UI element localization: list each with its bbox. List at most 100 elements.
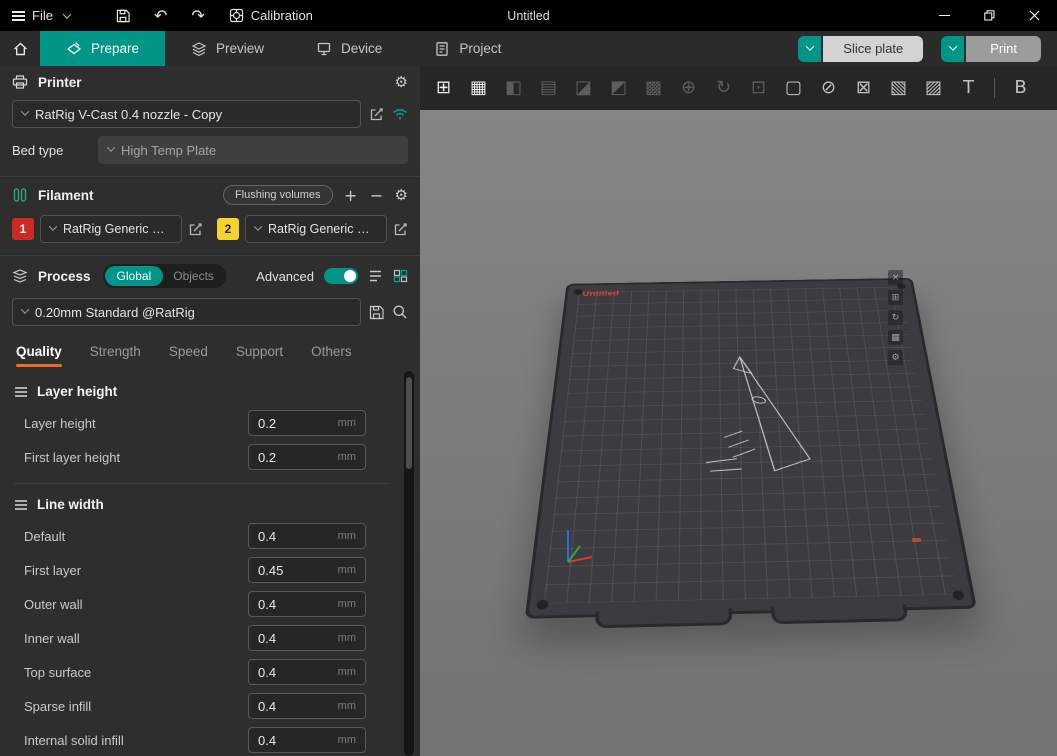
process-profile-value: 0.20mm Standard @RatRig xyxy=(35,305,195,320)
process-tab-support[interactable]: Support xyxy=(236,344,283,367)
setting-input[interactable]: 0.4mm xyxy=(248,659,366,685)
printer-select[interactable]: RatRig V-Cast 0.4 nozzle - Copy xyxy=(12,100,361,128)
process-tab-strength[interactable]: Strength xyxy=(90,344,141,367)
plate-screw xyxy=(536,600,549,610)
tab-project[interactable]: Project xyxy=(408,31,527,66)
add-plate-icon[interactable]: ⊞ xyxy=(432,79,455,97)
lay-on-face-icon[interactable]: ▢ xyxy=(782,79,805,97)
cut-icon[interactable]: ⊘ xyxy=(817,79,840,97)
remove-filament-button[interactable]: − xyxy=(369,186,385,205)
add-text-icon[interactable]: T xyxy=(957,79,980,97)
filament-2-select[interactable]: RatRig Generic PLA xyxy=(245,215,387,243)
plate-arrange-icon[interactable]: ⊞ xyxy=(888,290,903,305)
edit-filament-1-icon[interactable] xyxy=(188,222,203,237)
filament-1-badge[interactable]: 1 xyxy=(12,218,34,240)
viewport-3d[interactable]: Untitled ×⊞↻▦⚙ xyxy=(420,110,1057,756)
process-profile-select[interactable]: 0.20mm Standard @RatRig xyxy=(12,298,361,326)
chevron-down-icon xyxy=(21,305,29,313)
setting-unit: mm xyxy=(338,666,356,678)
setting-input[interactable]: 0.4mm xyxy=(248,591,366,617)
print-options-dropdown[interactable] xyxy=(941,36,966,62)
chevron-down-icon xyxy=(49,222,57,230)
setting-row: Sparse infill0.4mm xyxy=(0,689,402,723)
close-button[interactable] xyxy=(1012,0,1057,31)
plate-settings-icon[interactable]: ⚙ xyxy=(888,350,903,365)
scope-objects-button[interactable]: Objects xyxy=(163,266,224,286)
window-title: Untitled xyxy=(507,9,549,23)
axes-indicator xyxy=(560,522,598,568)
advanced-toggle[interactable] xyxy=(324,268,358,284)
undo-button[interactable]: ↶ xyxy=(142,0,179,31)
setting-unit: mm xyxy=(338,700,356,712)
move-icon: ⊕ xyxy=(677,79,700,97)
split-to-objects-icon: ◪ xyxy=(572,79,595,97)
edit-filament-2-icon[interactable] xyxy=(393,222,408,237)
setting-input[interactable]: 0.4mm xyxy=(248,523,366,549)
preset-list-icon[interactable] xyxy=(368,269,383,283)
setting-value: 0.2 xyxy=(258,416,338,431)
setting-input[interactable]: 0.4mm xyxy=(248,625,366,651)
setting-input[interactable]: 0.2mm xyxy=(248,444,366,470)
setting-value: 0.4 xyxy=(258,699,338,714)
flushing-volumes-button[interactable]: Flushing volumes xyxy=(223,185,333,205)
setting-value: 0.4 xyxy=(258,665,338,680)
setting-input[interactable]: 0.4mm xyxy=(248,693,366,719)
plate-lock-icon[interactable]: ▦ xyxy=(888,330,903,345)
save-icon xyxy=(116,9,130,23)
print-button[interactable]: Print xyxy=(941,36,1041,62)
filament-2-badge[interactable]: 2 xyxy=(217,218,239,240)
setting-input[interactable]: 0.45mm xyxy=(248,557,366,583)
scope-global-button[interactable]: Global xyxy=(105,266,164,286)
setting-row: Inner wall0.4mm xyxy=(0,621,402,655)
file-menu[interactable]: File xyxy=(0,0,82,31)
save-button[interactable] xyxy=(104,0,142,31)
maximize-button[interactable] xyxy=(967,0,1012,31)
home-button[interactable] xyxy=(0,31,40,66)
seam-paint-icon[interactable]: ▨ xyxy=(922,79,945,97)
tab-device[interactable]: Device xyxy=(290,31,408,66)
plate-delete-icon[interactable]: × xyxy=(888,270,903,285)
slice-options-dropdown[interactable] xyxy=(798,36,823,62)
bed-type-select[interactable]: High Temp Plate xyxy=(98,136,408,164)
filament-section-header: Filament Flushing volumes + − ⚙ xyxy=(0,177,420,213)
plate-orient-icon[interactable]: ↻ xyxy=(888,310,903,325)
minimize-button[interactable] xyxy=(922,0,967,31)
edit-printer-icon[interactable] xyxy=(369,107,384,122)
filament-1-select[interactable]: RatRig Generic PLA xyxy=(40,215,182,243)
process-tab-speed[interactable]: Speed xyxy=(169,344,208,367)
setting-label: First layer xyxy=(24,563,248,578)
redo-button[interactable]: ↷ xyxy=(179,0,216,31)
main-navbar: Prepare Preview Device Project Slice pla… xyxy=(0,31,1057,66)
setting-unit: mm xyxy=(338,598,356,610)
line-width-icon xyxy=(14,499,28,511)
advanced-label: Advanced xyxy=(256,269,314,284)
process-tab-quality[interactable]: Quality xyxy=(16,344,62,367)
setting-row: Default0.4mm xyxy=(0,519,402,553)
model-wireframe[interactable] xyxy=(702,352,839,491)
save-preset-icon[interactable] xyxy=(369,305,384,320)
process-icon xyxy=(12,268,28,284)
settings-scrollbar[interactable] xyxy=(404,371,414,756)
file-menu-label: File xyxy=(32,8,53,23)
search-icon[interactable] xyxy=(392,304,408,320)
scrollbar-thumb[interactable] xyxy=(406,377,412,469)
printer-settings-button[interactable]: ⚙ xyxy=(395,73,408,91)
filament-settings-button[interactable]: ⚙ xyxy=(395,186,408,204)
setting-input[interactable]: 0.4mm xyxy=(248,727,366,753)
tab-prepare[interactable]: Prepare xyxy=(40,31,165,66)
plate-icons: × ⊞ ↻ ▦ ⚙ xyxy=(888,270,903,365)
mesh-boolean-icon[interactable]: ⊠ xyxy=(852,79,875,97)
process-tab-others[interactable]: Others xyxy=(311,344,352,367)
connection-wifi-icon[interactable] xyxy=(392,107,408,121)
calibration-button[interactable]: Calibration xyxy=(217,0,325,31)
compare-presets-icon[interactable] xyxy=(393,269,408,283)
support-paint-icon[interactable]: ▧ xyxy=(887,79,910,97)
process-tabs: Quality Strength Speed Support Others xyxy=(0,332,420,371)
slice-plate-button[interactable]: Slice plate xyxy=(798,36,923,62)
process-section-title: Process xyxy=(38,269,91,284)
setting-input[interactable]: 0.2mm xyxy=(248,410,366,436)
arrange-all-plates-icon[interactable]: ▦ xyxy=(467,79,490,97)
add-filament-button[interactable]: + xyxy=(343,186,359,205)
assembly-view-icon[interactable]: B xyxy=(1009,79,1032,97)
tab-preview[interactable]: Preview xyxy=(165,31,290,66)
